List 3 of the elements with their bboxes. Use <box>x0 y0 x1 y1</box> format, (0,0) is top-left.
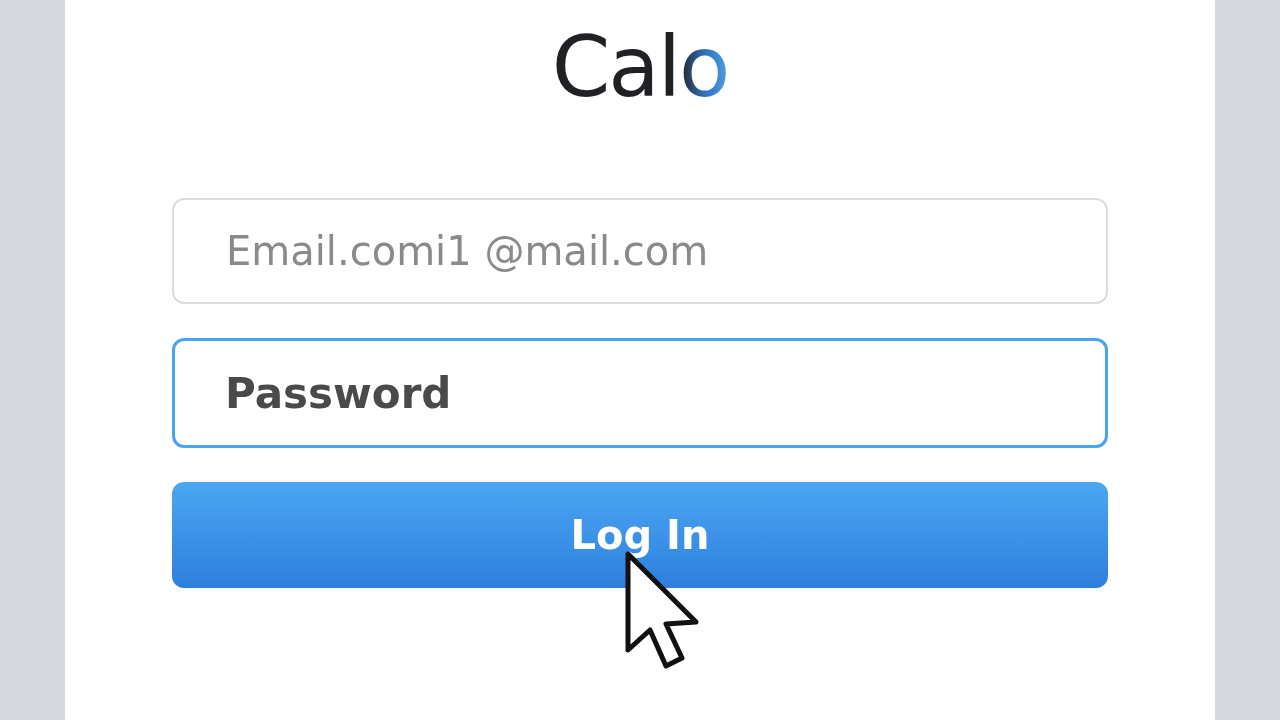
input-field[interactable]: Password <box>172 338 1108 448</box>
login-button[interactable]: Log In <box>172 482 1108 588</box>
logo: Calo <box>551 22 729 112</box>
